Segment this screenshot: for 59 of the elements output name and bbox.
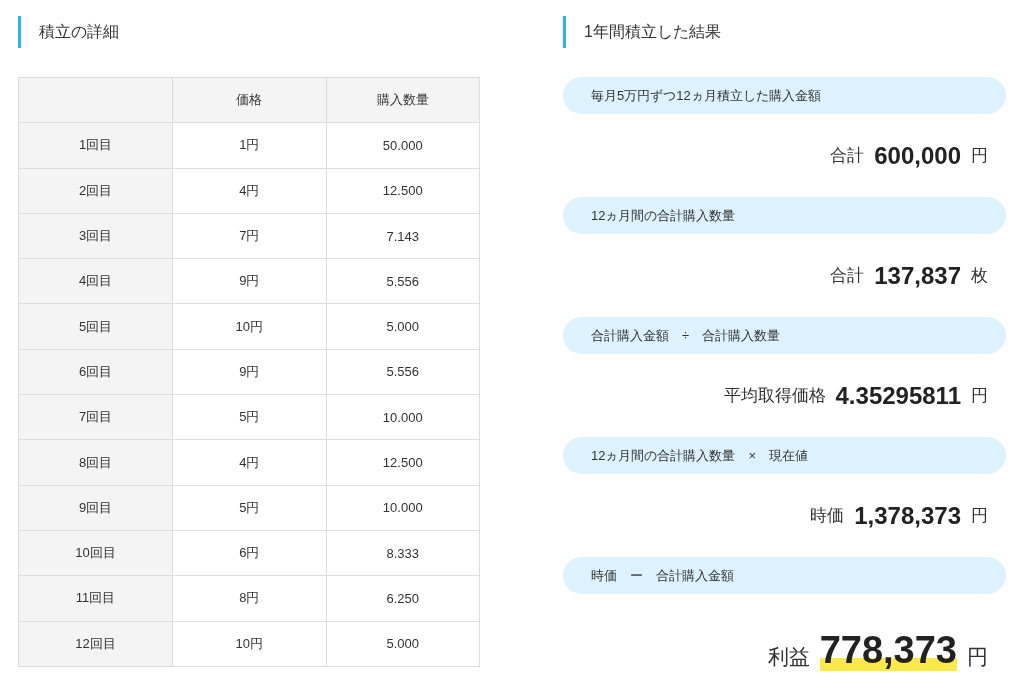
table-cell: 5円 bbox=[172, 485, 326, 531]
table-cell: 9回目 bbox=[18, 485, 173, 531]
table-cell: 10回目 bbox=[18, 530, 173, 576]
table-cell: 5.556 bbox=[326, 349, 480, 395]
section-heading: 1年間積立した結果 bbox=[563, 16, 1006, 48]
table-cell: 11回目 bbox=[18, 575, 173, 622]
table-cell: 8円 bbox=[172, 575, 326, 622]
table-cell: 5.000 bbox=[326, 621, 480, 667]
formula-label: 12ヵ月間の合計購入数量 bbox=[563, 197, 1006, 234]
table-cell: 10円 bbox=[172, 621, 326, 667]
table-cell: 5.556 bbox=[326, 258, 480, 304]
result-value: 4.35295811 bbox=[835, 381, 961, 410]
formula-label: 毎月5万円ずつ12ヵ月積立した購入金額 bbox=[563, 77, 1006, 114]
table-cell: 10.000 bbox=[326, 394, 480, 440]
table-cell: 8回目 bbox=[18, 439, 173, 486]
table-cell: 5回目 bbox=[18, 304, 173, 350]
result-label: 時価 bbox=[810, 505, 845, 527]
table-cell: 5.000 bbox=[326, 304, 480, 350]
table-cell: 1回目 bbox=[18, 122, 173, 169]
table-cell: 1円 bbox=[172, 122, 326, 169]
table-cell: 5円 bbox=[172, 394, 326, 440]
table-cell: 7.143 bbox=[326, 213, 480, 259]
table-cell: 9円 bbox=[172, 258, 326, 304]
column-header: 価格 bbox=[172, 77, 326, 123]
table-cell: 12.500 bbox=[326, 168, 480, 214]
section-heading: 積立の詳細 bbox=[18, 16, 480, 48]
table-cell: 4回目 bbox=[18, 258, 173, 304]
result-unit: 枚 bbox=[971, 265, 988, 287]
table-cell: 6.250 bbox=[326, 575, 480, 622]
formula-label: 12ヵ月間の合計購入数量 × 現在値 bbox=[563, 437, 1006, 474]
result-unit: 円 bbox=[971, 385, 988, 407]
result-unit: 円 bbox=[971, 145, 988, 167]
column-header: 購入数量 bbox=[326, 77, 480, 123]
table-cell: 4円 bbox=[172, 439, 326, 486]
formula-label: 合計購入金額 ÷ 合計購入数量 bbox=[563, 317, 1006, 354]
result-unit: 円 bbox=[967, 644, 988, 670]
table-cell: 3回目 bbox=[18, 213, 173, 259]
table-cell: 10.000 bbox=[326, 485, 480, 531]
table-cell: 10円 bbox=[172, 304, 326, 350]
table-cell: 6回目 bbox=[18, 349, 173, 395]
result-label: 合計 bbox=[830, 145, 865, 167]
result-value: 1,378,373 bbox=[854, 501, 961, 530]
table-cell: 6円 bbox=[172, 530, 326, 576]
table-cell: 9円 bbox=[172, 349, 326, 395]
table-cell: 12回目 bbox=[18, 621, 173, 667]
table-cell: 2回目 bbox=[18, 168, 173, 214]
result-value: 137,837 bbox=[874, 261, 961, 290]
table-cell: 12.500 bbox=[326, 439, 480, 486]
result-label: 平均取得価格 bbox=[723, 385, 826, 407]
result-label: 利益 bbox=[767, 644, 810, 670]
table-cell: 50.000 bbox=[326, 122, 480, 169]
table-cell: 4円 bbox=[172, 168, 326, 214]
table-cell: 7円 bbox=[172, 213, 326, 259]
table-cell: 8.333 bbox=[326, 530, 480, 576]
result-value: 600,000 bbox=[874, 141, 961, 170]
formula-label: 時価 ー 合計購入金額 bbox=[563, 557, 1006, 594]
result-unit: 円 bbox=[971, 505, 988, 527]
table-cell: 7回目 bbox=[18, 394, 173, 440]
result-label: 合計 bbox=[830, 265, 865, 287]
